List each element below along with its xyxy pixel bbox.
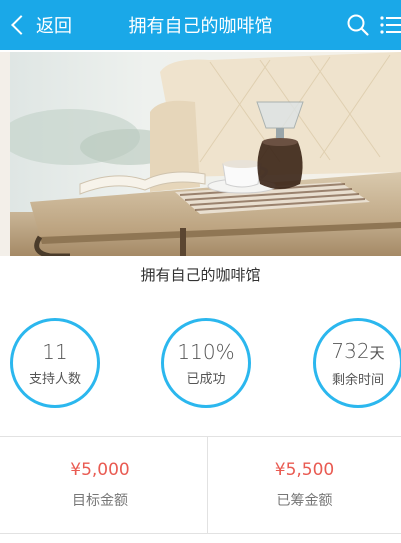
chevron-left-icon [11, 15, 31, 35]
hero-left-edge [0, 52, 10, 256]
stat-success-label: 已成功 [186, 371, 226, 387]
stat-remaining-unit: 天 [369, 343, 385, 362]
project-title: 拥有自己的咖啡馆 [140, 266, 261, 284]
target-amount-cell: ¥5,000 目标金额 [0, 437, 200, 533]
stat-supporters-number: 11 [42, 339, 68, 364]
stat-remaining-number: 732 [331, 338, 370, 363]
target-amount-label: 目标金额 [72, 493, 128, 509]
raised-amount-cell: ¥5,500 已筹金额 [208, 437, 401, 533]
stat-remaining-label: 剩余时间 [331, 372, 384, 388]
back-button[interactable]: 返回 [8, 0, 72, 50]
funding-summary: ¥5,000 目标金额 ¥5,500 已筹金额 [0, 436, 401, 534]
stat-supporters-value: 11 [42, 340, 67, 364]
stat-success-rate: 110% 已成功 [161, 318, 251, 408]
target-amount: ¥5,000 [70, 460, 130, 480]
list-menu-icon[interactable] [380, 14, 401, 36]
raised-amount-label: 已筹金额 [276, 493, 333, 509]
stat-success-value: 110% [177, 340, 234, 364]
raised-amount: ¥5,500 [274, 460, 335, 480]
stat-success-number: 110% [177, 339, 235, 364]
project-cover-image[interactable] [10, 52, 401, 256]
top-navbar: 返回 拥有自己的咖啡馆 [0, 0, 401, 50]
stat-supporters-label: 支持人数 [28, 371, 81, 387]
stat-remaining-value: 732天 [331, 339, 384, 365]
stat-remaining-time: 732天 剩余时间 [313, 318, 401, 408]
search-icon[interactable] [346, 13, 370, 37]
stat-supporters: 11 支持人数 [10, 318, 100, 408]
back-label: 返回 [36, 16, 72, 37]
